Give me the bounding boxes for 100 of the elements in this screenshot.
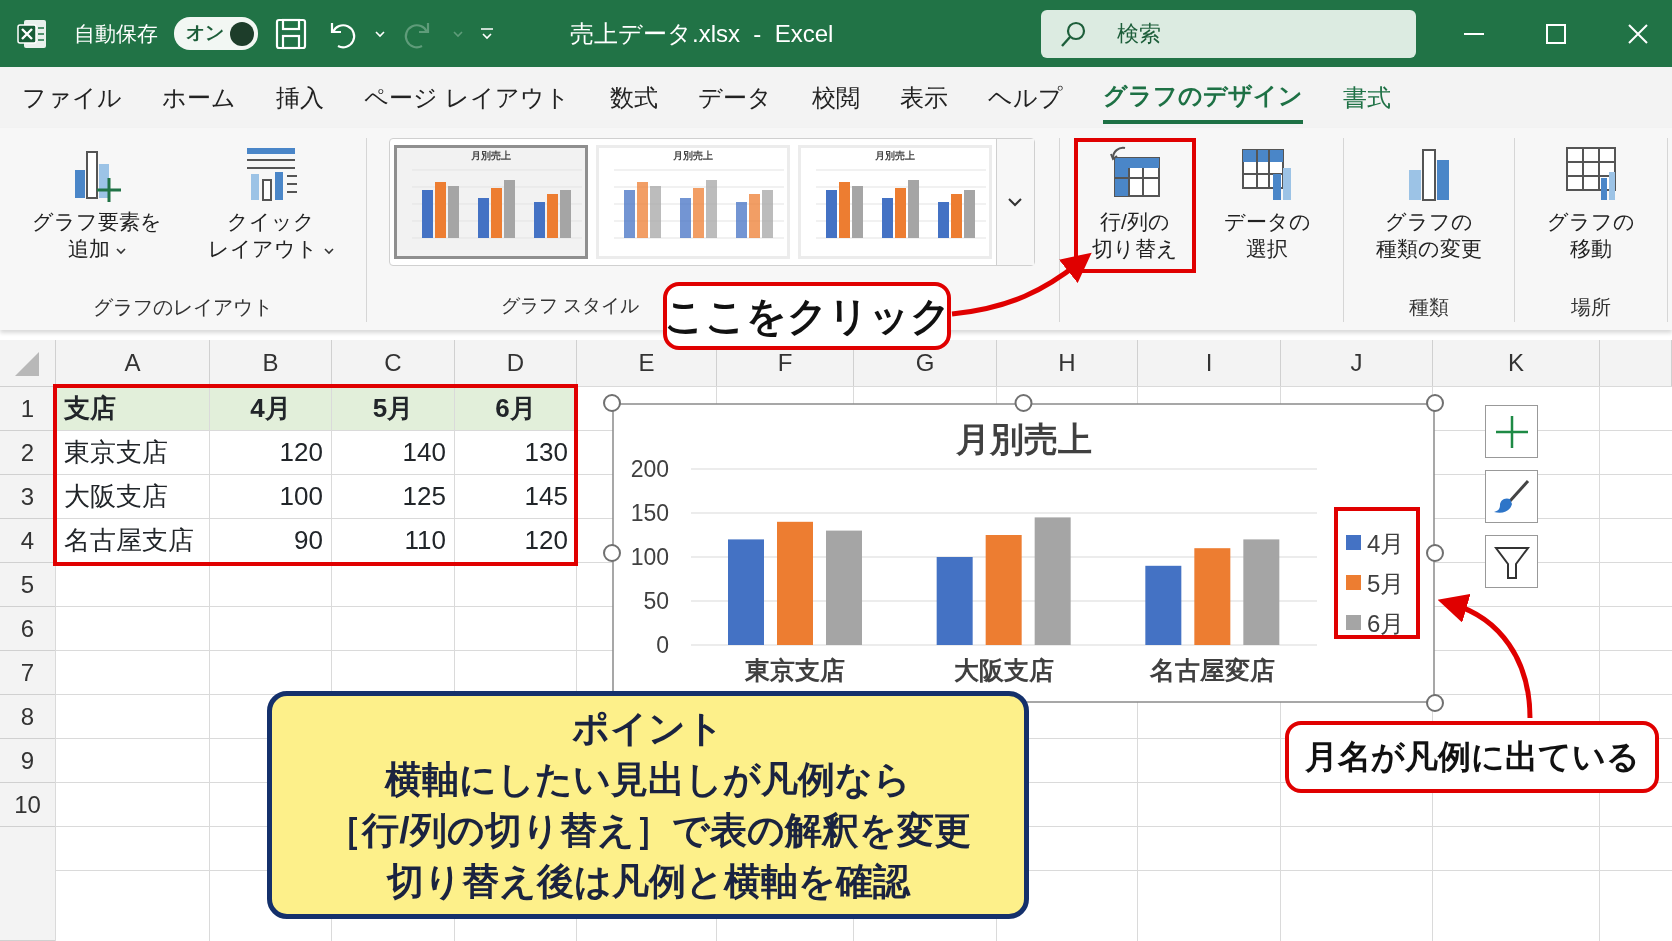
resize-handle[interactable] <box>1426 394 1444 412</box>
ribbon-button[interactable]: グラフの 移動 <box>1528 138 1653 273</box>
ribbon-tab[interactable]: ファイル <box>22 73 122 122</box>
ribbon-tab[interactable]: 表示 <box>899 73 948 122</box>
axis-label: 0 <box>656 632 669 658</box>
ribbon-tab[interactable]: グラフのデザイン <box>1102 71 1303 124</box>
row-header[interactable]: 8 <box>0 695 56 739</box>
chart-style-thumbnail[interactable]: 月別売上 <box>797 145 992 259</box>
table-cell: 140 <box>332 431 455 475</box>
search-field[interactable]: 検索 <box>1041 9 1416 58</box>
resize-handle[interactable] <box>603 394 621 412</box>
ribbon-button[interactable]: 行/列の 切り替え <box>1073 138 1196 273</box>
group-label: 場所 <box>1570 295 1611 320</box>
row-header[interactable]: 10 <box>0 783 56 827</box>
bar <box>907 180 919 238</box>
column-header[interactable]: H <box>1058 353 1076 373</box>
bar <box>546 194 558 238</box>
column-header[interactable]: J <box>1350 353 1363 373</box>
chart-title: 月別売上 <box>955 420 1092 458</box>
bar <box>623 190 635 238</box>
ribbon-button[interactable]: クイック レイアウト <box>190 138 352 273</box>
window-title: 売上データ.xlsx - Excel <box>570 18 834 49</box>
table-cell: 130 <box>455 431 577 475</box>
maximize-icon[interactable] <box>1544 21 1568 46</box>
bar <box>838 182 850 238</box>
bar <box>533 202 545 238</box>
table-cell: 5月 <box>332 387 455 431</box>
bar <box>503 180 515 238</box>
point-text: 横軸にしたい見出しが凡例なら <box>385 758 911 802</box>
row-header[interactable]: 2 <box>0 431 56 475</box>
column-header[interactable]: K <box>1508 353 1524 373</box>
legend-label[interactable]: 4月 <box>1367 530 1405 557</box>
row-header[interactable]: 7 <box>0 651 56 695</box>
bar <box>894 188 906 238</box>
ribbon-tab[interactable]: 挿入 <box>276 73 324 122</box>
bar <box>559 190 571 238</box>
legend-label[interactable]: 5月 <box>1367 570 1405 597</box>
axis-label: 50 <box>643 588 669 614</box>
resize-handle[interactable] <box>1014 394 1033 412</box>
table-cell: 125 <box>332 475 455 519</box>
category-label: 名古屋変店 <box>1150 656 1276 684</box>
save-icon[interactable] <box>274 16 308 51</box>
ribbon-button[interactable]: グラフの 種類の変更 <box>1357 138 1500 273</box>
table-cell: 東京支店 <box>56 431 210 475</box>
ribbon-tab[interactable]: ページ レイアウト <box>364 73 570 122</box>
bar <box>477 198 489 238</box>
group-label: 種類 <box>1408 295 1449 320</box>
legend-label[interactable]: 6月 <box>1367 610 1405 637</box>
bar <box>434 182 446 238</box>
row-header[interactable]: 5 <box>0 563 56 607</box>
search-icon <box>1059 19 1087 48</box>
row-header[interactable]: 3 <box>0 475 56 519</box>
customize-icon[interactable] <box>480 26 494 41</box>
group-label: グラフのレイアウト <box>92 295 273 320</box>
column-header[interactable]: F <box>777 353 793 373</box>
column-header[interactable]: A <box>124 353 141 373</box>
chart-style-thumbnail[interactable]: 月別売上 <box>595 145 790 259</box>
bar <box>963 190 975 238</box>
chart-tool-button[interactable] <box>1485 535 1538 588</box>
bar <box>636 182 648 238</box>
table-cell: 名古屋支店 <box>56 519 210 563</box>
table-cell: 支店 <box>56 387 210 431</box>
column-header[interactable]: C <box>384 353 402 373</box>
ribbon-tab[interactable]: ヘルプ <box>987 73 1063 122</box>
ribbon-tab[interactable]: 書式 <box>1342 73 1391 122</box>
callout: 月名が凡例に出ている <box>1285 721 1659 793</box>
chart-style-thumbnail[interactable]: 月別売上 <box>393 145 588 259</box>
column-header[interactable]: G <box>915 353 935 373</box>
table-cell: 120 <box>455 519 577 563</box>
column-header[interactable]: I <box>1205 353 1213 373</box>
bar <box>447 186 459 238</box>
column-header[interactable]: E <box>638 353 655 373</box>
bar <box>851 186 863 238</box>
bar <box>735 202 747 238</box>
chart-tool-button[interactable] <box>1485 470 1538 523</box>
column-header[interactable]: B <box>262 353 279 373</box>
row-header[interactable]: 9 <box>0 739 56 783</box>
row-header[interactable]: 4 <box>0 519 56 563</box>
row-header[interactable]: 1 <box>0 387 56 431</box>
resize-handle[interactable] <box>603 544 621 562</box>
ribbon-button[interactable]: データの 選択 <box>1205 138 1329 273</box>
bar <box>825 190 837 238</box>
table-cell: 大阪支店 <box>56 475 210 519</box>
close-icon[interactable] <box>1626 21 1650 46</box>
row-header[interactable]: 6 <box>0 607 56 651</box>
autosave-toggle[interactable]: オン <box>174 17 258 50</box>
resize-handle[interactable] <box>1426 694 1444 712</box>
ribbon-tab[interactable]: 校閲 <box>811 73 860 122</box>
category-label: 東京支店 <box>745 656 846 684</box>
ribbon-tab[interactable]: ホーム <box>162 73 236 122</box>
ribbon-button[interactable]: グラフ要素を 追加 <box>14 138 180 273</box>
table-cell: 90 <box>210 519 332 563</box>
ribbon-tab[interactable]: 数式 <box>609 73 658 122</box>
caret-icon[interactable] <box>374 28 386 39</box>
column-header[interactable]: D <box>506 353 525 373</box>
bar <box>692 188 704 238</box>
axis-label: 150 <box>630 500 669 526</box>
caret-icon <box>1007 196 1024 208</box>
ribbon-tab[interactable]: データ <box>697 73 772 122</box>
resize-handle[interactable] <box>1426 544 1444 562</box>
